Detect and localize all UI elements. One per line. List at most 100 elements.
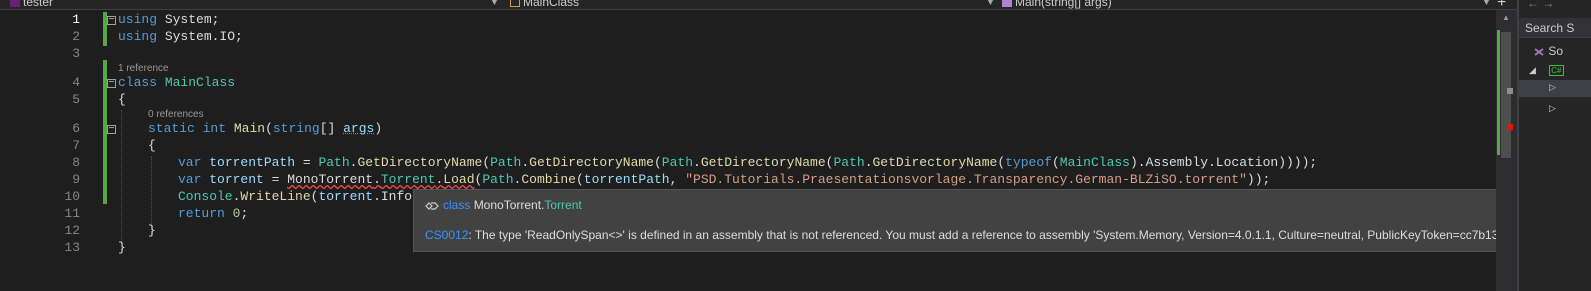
type-dropdown-label: MainClass: [523, 0, 580, 9]
keyword: using: [118, 12, 158, 27]
error-code-link[interactable]: CS0012: [425, 228, 468, 242]
class-icon: [510, 0, 520, 7]
code-text: .: [864, 155, 873, 170]
code-text: ).Assembly.Location))));: [1129, 155, 1318, 170]
class-name: Path: [318, 155, 350, 170]
fold-icon[interactable]: −: [107, 125, 116, 135]
code-line-4: class MainClass: [118, 75, 235, 91]
method-name: WriteLine: [240, 189, 311, 204]
variable: torrentPath: [209, 155, 296, 170]
type-dropdown[interactable]: MainClass ▼: [510, 0, 996, 9]
scrollbar-thumb[interactable]: [1501, 32, 1511, 158]
solution-node[interactable]: So: [1533, 44, 1563, 58]
navigation-bar: tester ▼ MainClass ▼ Main(string[] args)…: [0, 0, 1517, 9]
variable: torrent: [209, 172, 264, 187]
project-icon: [10, 0, 20, 7]
code-text: ): [374, 121, 383, 136]
tooltip-kind-link[interactable]: class: [443, 198, 470, 212]
method-name: Combine: [521, 172, 576, 187]
code-line-10: Console.WriteLine(torrent.InfoH: [178, 189, 420, 205]
selected-tree-item[interactable]: ▷: [1519, 80, 1591, 97]
member-dropdown[interactable]: Main(string[] args) ▼: [1002, 0, 1492, 9]
keyword: static: [148, 121, 195, 136]
collapse-icon[interactable]: ◢: [1529, 65, 1536, 75]
code-text: (: [1051, 155, 1060, 170]
project-dropdown[interactable]: tester ▼: [10, 0, 500, 9]
solution-label: So: [1548, 44, 1564, 58]
code-line-5: {: [118, 92, 126, 107]
method-name: GetDirectoryName: [357, 155, 483, 170]
project-node[interactable]: ◢ C#: [1529, 62, 1564, 76]
solution-icon: [1534, 48, 1544, 56]
keyword: using: [118, 29, 158, 44]
tree-item[interactable]: ▷: [1549, 100, 1556, 114]
variable: torrent: [318, 189, 374, 204]
code-text: (: [997, 155, 1006, 170]
variable: torrentPath: [583, 172, 670, 187]
parameter: args: [343, 121, 375, 136]
fold-icon[interactable]: −: [107, 16, 116, 26]
code-line-8: var torrentPath = Path.GetDirectoryName(…: [178, 155, 1317, 171]
scroll-up-icon[interactable]: ▲: [1502, 13, 1510, 22]
class-name: Path: [490, 155, 522, 170]
line-number: 12: [64, 223, 80, 238]
line-number: 13: [64, 240, 80, 255]
code-text: (: [482, 155, 491, 170]
caret-overview-mark: [1507, 88, 1513, 94]
code-text: (: [265, 121, 273, 136]
error-squiggle[interactable]: MonoTorrent.Torrent.Load: [287, 172, 474, 187]
code-line-6: static int Main(string[] args): [148, 121, 382, 137]
expand-icon[interactable]: ▷: [1549, 82, 1556, 93]
line-number: 7: [72, 138, 80, 153]
tooltip-type-name[interactable]: Torrent: [544, 198, 581, 212]
class-icon: [425, 201, 439, 210]
method-name: GetDirectoryName: [529, 155, 654, 170]
keyword: string: [272, 121, 320, 136]
code-text: ;: [240, 206, 249, 221]
code-text: .: [373, 172, 381, 187]
chevron-down-icon: ▼: [986, 0, 995, 7]
code-line-11: return 0;: [178, 206, 248, 222]
method-name: Main: [233, 121, 266, 136]
fold-icon[interactable]: −: [107, 79, 116, 89]
keyword: class: [118, 75, 158, 90]
tooltip-signature: class MonoTorrent.Torrent: [425, 198, 582, 212]
line-number: 11: [64, 206, 80, 221]
class-name: Path: [833, 155, 865, 170]
class-name: Path: [661, 155, 694, 170]
code-line-1: using System;: [118, 12, 219, 28]
code-text: System.IO;: [157, 29, 243, 44]
string-literal: "PSD.Tutorials.Praesentationsvorlage.Tra…: [685, 172, 1247, 187]
keyword: var: [178, 172, 202, 187]
line-number: 10: [64, 189, 80, 204]
line-number: 4: [72, 75, 80, 90]
quick-info-tooltip: class MonoTorrent.Torrent CS0012: The ty…: [413, 189, 1563, 252]
line-number: 6: [72, 121, 80, 136]
codelens-references[interactable]: 1 reference: [118, 63, 169, 74]
codelens-references[interactable]: 0 references: [148, 109, 204, 120]
method-name: GetDirectoryName: [700, 155, 826, 170]
line-number: 1: [72, 12, 80, 27]
code-line-9: var torrent = MonoTorrent.Torrent.Load(P…: [178, 172, 1270, 188]
vertical-scrollbar[interactable]: ▲: [1496, 10, 1517, 291]
member-dropdown-label: Main(string[] args): [1015, 0, 1112, 9]
solution-search-input[interactable]: Search S: [1519, 18, 1591, 38]
navigation-arrows[interactable]: ← →: [1527, 0, 1554, 10]
project-icon: C#: [1549, 65, 1564, 76]
code-text: ,: [669, 172, 686, 187]
class-name: MainClass: [1059, 155, 1130, 170]
method-name: GetDirectoryName: [872, 155, 998, 170]
code-text: System;: [157, 12, 220, 27]
code-text: .: [693, 155, 701, 170]
code-text: (: [653, 155, 662, 170]
code-line-12: }: [148, 223, 156, 238]
line-number: 2: [72, 29, 80, 44]
method-name: Load: [443, 172, 475, 187]
expand-icon[interactable]: ▷: [1549, 103, 1556, 113]
keyword: var: [178, 155, 202, 170]
error-overview-mark[interactable]: [1507, 124, 1513, 130]
namespace: MonoTorrent: [287, 172, 374, 187]
chevron-down-icon: ▼: [490, 0, 499, 7]
class-name: Torrent: [380, 172, 436, 187]
add-button[interactable]: +: [1497, 0, 1506, 9]
